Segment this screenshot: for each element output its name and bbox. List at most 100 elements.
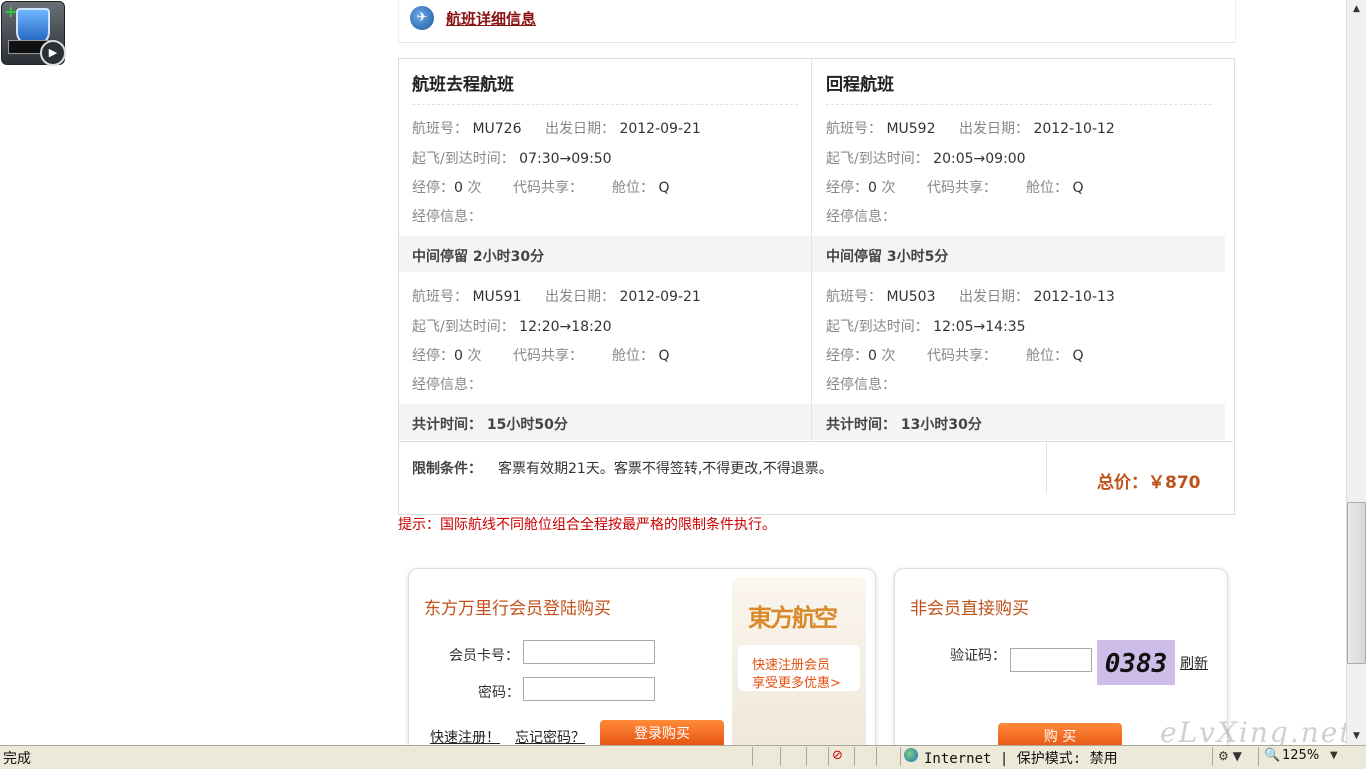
flight-time: 07:30→09:50 xyxy=(519,151,612,167)
divider xyxy=(806,747,807,766)
cabin-class: Q xyxy=(658,180,670,196)
card-number-label: 会员卡号： xyxy=(449,648,519,664)
stops-count: 0 xyxy=(868,180,877,196)
time-row: 起飞/到达时间： 07:30→09:50 xyxy=(412,148,612,168)
cabin-class: Q xyxy=(658,348,670,364)
flight-time: 20:05→09:00 xyxy=(933,151,1026,167)
stops-row: 经停：0 次 xyxy=(412,177,481,197)
codeshare-label: 代码共享： xyxy=(927,348,997,364)
layover-row: 中间停留 3小时5分 xyxy=(826,246,948,266)
layover-label: 中间停留 xyxy=(826,249,882,265)
price-value: ￥870 xyxy=(1148,473,1201,493)
layover-label: 中间停留 xyxy=(412,249,468,265)
divider xyxy=(828,747,829,766)
cabin-row: 舱位： Q xyxy=(1026,177,1083,197)
divider xyxy=(780,747,781,766)
stops-label: 经停： xyxy=(412,180,454,196)
login-buy-button[interactable]: 登录购买 xyxy=(600,720,724,748)
departure-date: 2012-09-21 xyxy=(619,289,701,305)
time-label: 起飞/到达时间： xyxy=(412,319,515,335)
cabin-label: 舱位： xyxy=(1026,348,1068,364)
total-duration: 15小时50分 xyxy=(486,417,568,433)
member-panel-title: 东方万里行会员登陆购买 xyxy=(424,599,611,619)
time-row: 起飞/到达时间： 12:05→14:35 xyxy=(826,316,1026,336)
total-label: 共计时间： xyxy=(412,417,482,433)
time-label: 起飞/到达时间： xyxy=(412,151,515,167)
cabin-class: Q xyxy=(1072,180,1084,196)
total-row: 共计时间： 13小时30分 xyxy=(826,414,982,434)
scroll-thumb[interactable] xyxy=(1347,502,1366,664)
divider xyxy=(854,747,855,766)
captcha-input[interactable] xyxy=(1010,648,1092,672)
departure-date-row: 出发日期： 2012-10-13 xyxy=(959,286,1115,306)
card-number-input[interactable] xyxy=(523,640,655,664)
ad-text-line1: 快速注册会员 xyxy=(752,658,831,673)
stops-label: 经停： xyxy=(412,348,454,364)
tools-dropdown-icon[interactable]: ⚙ ▼ xyxy=(1218,749,1242,763)
divider xyxy=(876,747,877,766)
stops-row: 经停：0 次 xyxy=(826,345,895,365)
zoom-level[interactable]: 125% xyxy=(1282,748,1319,763)
quick-register-link[interactable]: 快速注册！ xyxy=(430,727,500,747)
flight-number-row: 航班号： MU592 xyxy=(826,118,936,138)
tip-text: 提示：国际航线不同舱位组合全程按最严格的限制条件执行。 xyxy=(398,517,776,533)
departure-date-row: 出发日期： 2012-09-21 xyxy=(545,118,701,138)
stops-row: 经停：0 次 xyxy=(412,345,481,365)
stops-unit: 次 xyxy=(881,180,896,196)
nonmember-panel-title: 非会员直接购买 xyxy=(910,599,1029,619)
flight-number-label: 航班号： xyxy=(826,289,882,305)
status-text: 完成 xyxy=(3,751,31,767)
play-icon: ▶ xyxy=(40,40,66,66)
layover-duration: 2小时30分 xyxy=(472,249,545,265)
divider xyxy=(399,441,1233,442)
cabin-row: 舱位： Q xyxy=(612,345,669,365)
cabin-label: 舱位： xyxy=(612,348,654,364)
departure-date-row: 出发日期： 2012-10-12 xyxy=(959,118,1115,138)
stop-info-label: 经停信息： xyxy=(412,209,482,225)
layover-row: 中间停留 2小时30分 xyxy=(412,246,544,266)
plane-icon: ✈ xyxy=(410,6,434,30)
forgot-password-link[interactable]: 忘记密码？ xyxy=(515,727,585,747)
time-label: 起飞/到达时间： xyxy=(826,151,929,167)
stops-label: 经停： xyxy=(826,180,868,196)
cabin-row: 舱位： Q xyxy=(1026,345,1083,365)
stops-unit: 次 xyxy=(467,180,482,196)
captcha-image: 0383 xyxy=(1097,640,1175,685)
zoom-dropdown-icon[interactable]: ▼ xyxy=(1330,750,1338,761)
flight-number-row: 航班号： MU726 xyxy=(412,118,522,138)
cabin-label: 舱位： xyxy=(612,180,654,196)
stops-unit: 次 xyxy=(881,348,896,364)
status-bar xyxy=(0,745,1366,769)
stop-info-label: 经停信息： xyxy=(826,377,896,393)
scroll-down-arrow-icon[interactable]: ▼ xyxy=(1347,727,1366,745)
stops-count: 0 xyxy=(454,348,463,364)
zoom-icon[interactable]: 🔍 xyxy=(1264,748,1280,763)
scroll-up-arrow-icon[interactable]: ▲ xyxy=(1347,0,1366,18)
detail-title-link[interactable]: 航班详细信息 xyxy=(446,8,536,29)
stop-info-label: 经停信息： xyxy=(412,377,482,393)
layover-duration: 3小时5分 xyxy=(886,249,949,265)
divider xyxy=(900,747,901,766)
stops-count: 0 xyxy=(454,180,463,196)
cabin-class: Q xyxy=(1072,348,1084,364)
price-label: 总价： xyxy=(1097,473,1148,493)
flight-number-row: 航班号： MU591 xyxy=(412,286,522,306)
security-icon[interactable]: ⊘ xyxy=(832,748,843,763)
flight-number: MU591 xyxy=(472,289,522,305)
flight-number-label: 航班号： xyxy=(412,289,468,305)
refresh-captcha-link[interactable]: 刷新 xyxy=(1180,653,1208,673)
divider xyxy=(752,747,753,766)
time-row: 起飞/到达时间： 12:20→18:20 xyxy=(412,316,612,336)
stops-unit: 次 xyxy=(467,348,482,364)
codeshare-label: 代码共享： xyxy=(513,180,583,196)
password-input[interactable] xyxy=(523,677,655,701)
app-shield-video-icon[interactable]: + ▶ xyxy=(1,1,66,66)
stops-label: 经停： xyxy=(826,348,868,364)
departure-date-row: 出发日期： 2012-09-21 xyxy=(545,286,701,306)
divider xyxy=(1212,747,1213,766)
password-label: 密码： xyxy=(478,685,520,701)
codeshare-label: 代码共享： xyxy=(513,348,583,364)
restriction-text: 客票有效期21天。客票不得签转,不得更改,不得退票。 xyxy=(498,461,833,477)
security-zone-text: Internet | 保护模式: 禁用 xyxy=(924,751,1118,767)
divider xyxy=(1258,747,1259,766)
